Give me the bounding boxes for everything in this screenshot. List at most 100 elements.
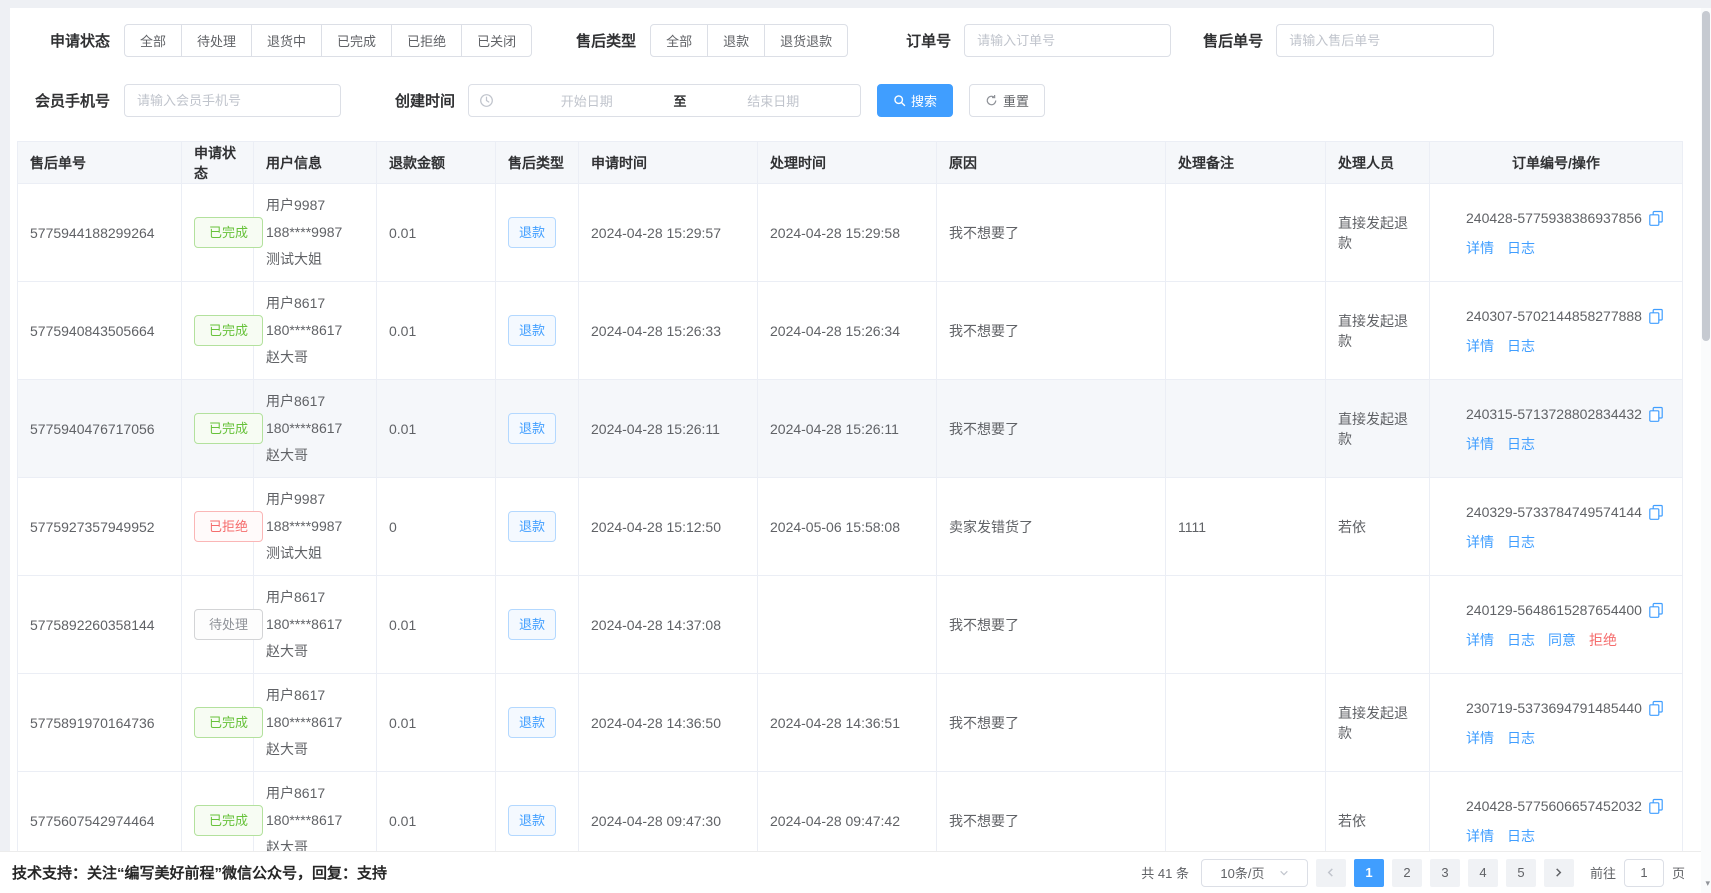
- page-number-button[interactable]: 2: [1392, 859, 1422, 887]
- copy-icon[interactable]: [1648, 602, 1664, 618]
- refund-id-cell: 5775927357949952: [18, 478, 182, 576]
- column-header: 处理备注: [1166, 142, 1326, 184]
- order-no: 230719-5373694791485440: [1466, 693, 1642, 723]
- aftersale-order-page: 申请状态 全部待处理退货中已完成已拒绝已关闭 售后类型 全部退款退货退款 订单号…: [0, 0, 1711, 893]
- status-filter-option[interactable]: 已拒绝: [391, 24, 462, 57]
- refund-id-cell: 5775892260358144: [18, 576, 182, 674]
- status-filter-option[interactable]: 已完成: [321, 24, 392, 57]
- refund-no-input[interactable]: [1276, 24, 1494, 57]
- user-info-cell: 用户9987188****9987测试大姐: [254, 478, 377, 576]
- type-cell: 退款: [496, 380, 579, 478]
- scrollbar-down-arrow[interactable]: ▾: [1705, 878, 1710, 889]
- table-row[interactable]: 5775892260358144待处理用户8617180****8617赵大哥0…: [18, 576, 1683, 674]
- status-cell: 已拒绝: [182, 478, 254, 576]
- action-link[interactable]: 拒绝: [1589, 632, 1617, 648]
- handle-time-cell: 2024-05-06 15:58:08: [758, 478, 937, 576]
- action-link[interactable]: 详情: [1466, 534, 1494, 550]
- refund-amount-cell: 0.01: [377, 380, 496, 478]
- page-size-select[interactable]: 10条/页: [1201, 859, 1308, 887]
- end-date-placeholder[interactable]: 结束日期: [687, 91, 861, 110]
- table-row[interactable]: 5775927357949952已拒绝用户9987188****9987测试大姐…: [18, 478, 1683, 576]
- page-number-button[interactable]: 5: [1506, 859, 1536, 887]
- refund-id-cell: 5775944188299264: [18, 184, 182, 282]
- action-links: 详情日志: [1466, 821, 1670, 851]
- search-button[interactable]: 搜索: [877, 84, 953, 117]
- filter-row-2: 会员手机号 创建时间 开始日期 至 结束日期 搜索: [10, 84, 1697, 117]
- copy-icon[interactable]: [1648, 308, 1664, 324]
- type-cell: 退款: [496, 282, 579, 380]
- copy-icon[interactable]: [1648, 700, 1664, 716]
- action-link[interactable]: 日志: [1507, 338, 1535, 354]
- copy-icon[interactable]: [1648, 406, 1664, 422]
- goto-page-input[interactable]: [1624, 859, 1664, 887]
- table-row[interactable]: 5775891970164736已完成用户8617180****8617赵大哥0…: [18, 674, 1683, 772]
- status-filter-option[interactable]: 待处理: [181, 24, 252, 57]
- action-link[interactable]: 日志: [1507, 730, 1535, 746]
- type-filter-option[interactable]: 全部: [650, 24, 708, 57]
- user-info-line: 用户8617: [266, 388, 364, 415]
- type-filter-option[interactable]: 退款: [707, 24, 765, 57]
- action-link[interactable]: 日志: [1507, 632, 1535, 648]
- action-link[interactable]: 详情: [1466, 632, 1494, 648]
- action-link[interactable]: 详情: [1466, 730, 1494, 746]
- next-page-button[interactable]: [1544, 859, 1574, 887]
- copy-icon[interactable]: [1648, 798, 1664, 814]
- reason-cell: 我不想要了: [937, 674, 1166, 772]
- type-cell: 退款: [496, 184, 579, 282]
- chevron-down-icon: [1279, 868, 1289, 878]
- status-badge: 已完成: [194, 707, 263, 738]
- user-info-line: 180****8617: [266, 611, 364, 638]
- action-link[interactable]: 日志: [1507, 534, 1535, 550]
- page-number-button[interactable]: 4: [1468, 859, 1498, 887]
- table-row[interactable]: 5775940476717056已完成用户8617180****8617赵大哥0…: [18, 380, 1683, 478]
- table-row[interactable]: 5775944188299264已完成用户9987188****9987测试大姐…: [18, 184, 1683, 282]
- type-filter-option[interactable]: 退货退款: [764, 24, 848, 57]
- copy-icon[interactable]: [1648, 504, 1664, 520]
- user-info-line: 180****8617: [266, 317, 364, 344]
- status-filter-option[interactable]: 退货中: [251, 24, 322, 57]
- action-links: 详情日志: [1466, 723, 1670, 753]
- remark-cell: [1166, 576, 1326, 674]
- action-link[interactable]: 详情: [1466, 240, 1494, 256]
- action-link[interactable]: 详情: [1466, 338, 1494, 354]
- copy-icon[interactable]: [1648, 210, 1664, 226]
- page-size-value: 10条/页: [1220, 863, 1264, 882]
- order-no-input[interactable]: [964, 24, 1171, 57]
- start-date-placeholder[interactable]: 开始日期: [500, 91, 674, 110]
- column-header: 退款金额: [377, 142, 496, 184]
- pagination: 共 41 条 10条/页 12345 前往 页: [1141, 859, 1685, 887]
- action-link[interactable]: 详情: [1466, 828, 1494, 844]
- table-row[interactable]: 5775940843505664已完成用户8617180****8617赵大哥0…: [18, 282, 1683, 380]
- page-number-button[interactable]: 3: [1430, 859, 1460, 887]
- chevron-right-icon: [1553, 867, 1564, 878]
- action-link[interactable]: 日志: [1507, 828, 1535, 844]
- action-link[interactable]: 详情: [1466, 436, 1494, 452]
- handler-cell: [1326, 576, 1430, 674]
- status-filter-option[interactable]: 全部: [124, 24, 182, 57]
- order-no-line: 230719-5373694791485440: [1466, 693, 1670, 723]
- order-no: 240329-5733784749574144: [1466, 497, 1642, 527]
- refund-type-tag: 退款: [508, 315, 556, 346]
- date-range-picker[interactable]: 开始日期 至 结束日期: [468, 84, 861, 117]
- type-filter-label: 售后类型: [576, 30, 636, 51]
- vertical-scrollbar[interactable]: ▾: [1701, 8, 1711, 893]
- order-op-cell: 240428-5775938386937856详情日志: [1430, 184, 1683, 282]
- reason-cell: 我不想要了: [937, 184, 1166, 282]
- handle-time-cell: 2024-04-28 15:26:11: [758, 380, 937, 478]
- action-links: 详情日志: [1466, 527, 1670, 557]
- action-link[interactable]: 同意: [1548, 632, 1576, 648]
- action-links: 详情日志同意拒绝: [1466, 625, 1670, 655]
- prev-page-button[interactable]: [1316, 859, 1346, 887]
- action-link[interactable]: 日志: [1507, 240, 1535, 256]
- phone-input[interactable]: [124, 84, 341, 117]
- user-info-lines: 用户8617180****8617赵大哥: [266, 682, 364, 763]
- reset-button[interactable]: 重置: [969, 84, 1045, 117]
- status-filter-label: 申请状态: [10, 30, 110, 51]
- scrollbar-thumb[interactable]: [1702, 11, 1710, 341]
- status-badge: 已完成: [194, 217, 263, 248]
- action-link[interactable]: 日志: [1507, 436, 1535, 452]
- refund-id-cell: 5775891970164736: [18, 674, 182, 772]
- page-number-button[interactable]: 1: [1354, 859, 1384, 887]
- status-filter-option[interactable]: 已关闭: [461, 24, 532, 57]
- refund-type-tag: 退款: [508, 805, 556, 836]
